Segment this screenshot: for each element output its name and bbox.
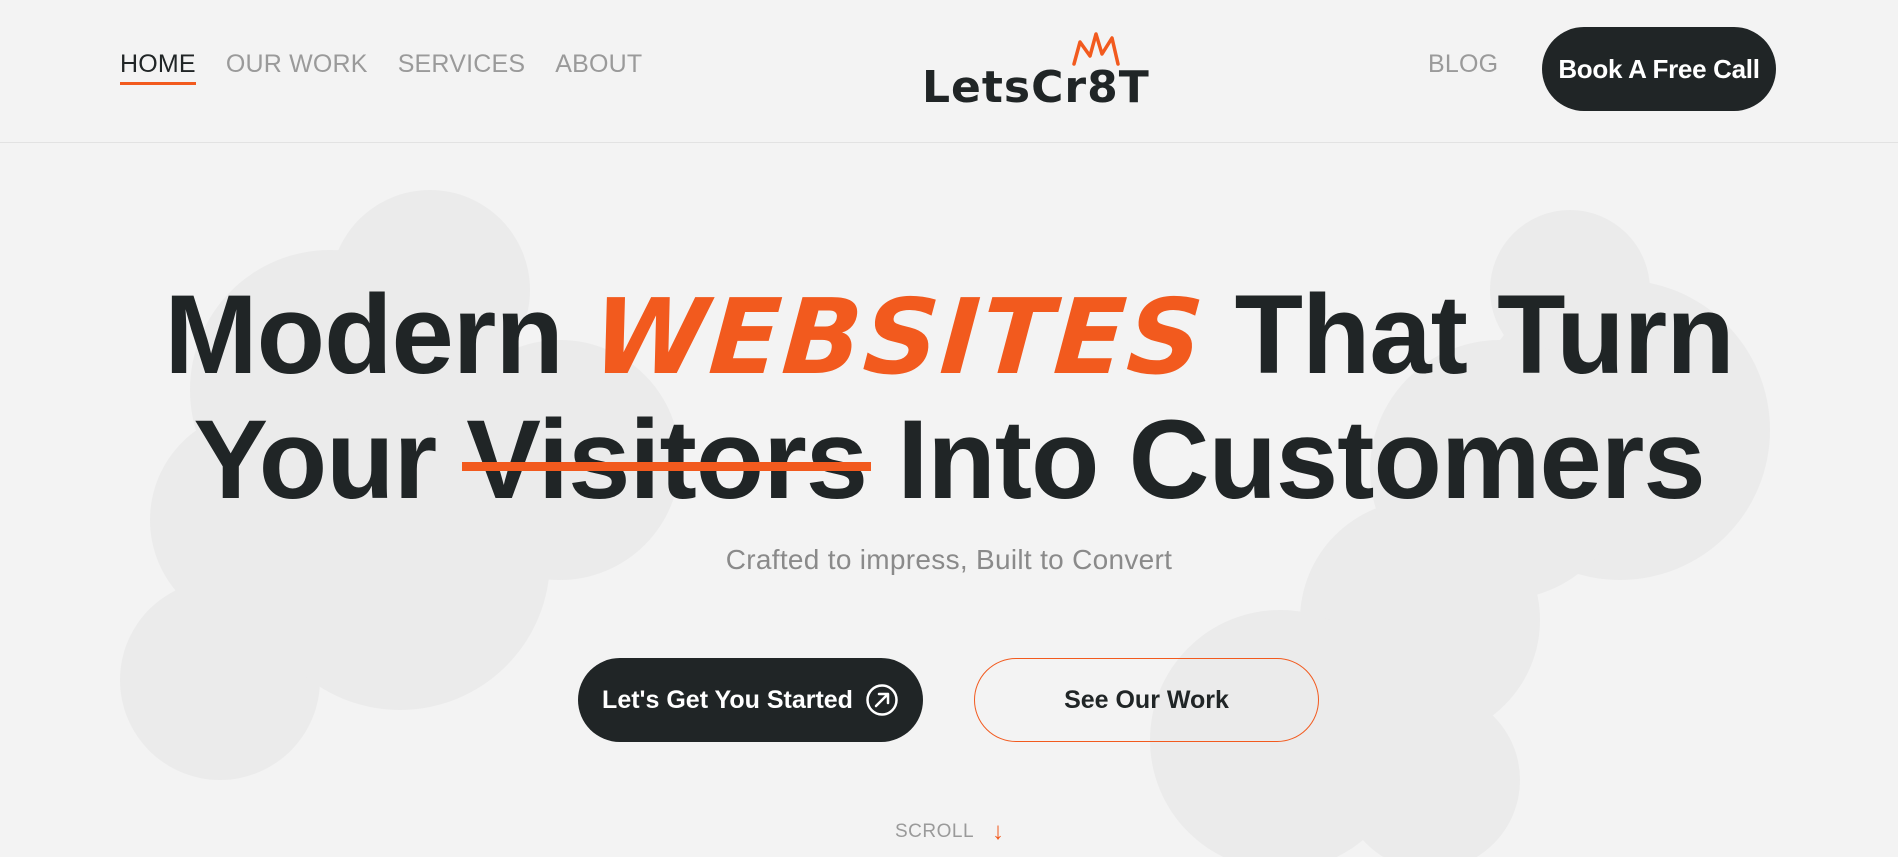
- headline-word-your: Your: [193, 397, 437, 522]
- hero-headline-line1: Modern WEBSITES That Turn: [0, 270, 1898, 399]
- nav-home-link[interactable]: HOME: [120, 50, 196, 85]
- nav-blog-link[interactable]: BLOG: [1428, 50, 1498, 85]
- hero-headline-line2: Your Visitors Into Customers: [0, 395, 1898, 524]
- site-logo[interactable]: LetsCr8T: [918, 30, 1149, 115]
- headline-struck-visitors: Visitors: [462, 397, 871, 522]
- headline-words-into-customers: Into Customers: [897, 397, 1705, 522]
- crown-icon: [1072, 32, 1120, 66]
- nav-services-link[interactable]: SERVICES: [398, 50, 526, 85]
- get-started-button[interactable]: Let's Get You Started: [578, 658, 923, 742]
- hero-subtitle: Crafted to impress, Built to Convert: [725, 544, 1173, 575]
- book-free-call-button[interactable]: Book A Free Call: [1542, 27, 1776, 111]
- arrow-down-icon: ↓: [992, 818, 1005, 845]
- main-nav: HOME OUR WORK SERVICES ABOUT: [120, 50, 642, 85]
- see-our-work-button[interactable]: See Our Work: [974, 658, 1319, 742]
- nav-our-work-link[interactable]: OUR WORK: [226, 50, 368, 85]
- headline-words-that-turn: That Turn: [1234, 272, 1735, 397]
- nav-about-link[interactable]: ABOUT: [555, 50, 642, 85]
- arrow-up-right-circle-icon: [866, 684, 898, 716]
- site-header: HOME OUR WORK SERVICES ABOUT LetsCr8T BL…: [0, 0, 1898, 143]
- headline-highlight-websites: WEBSITES: [588, 276, 1209, 398]
- scroll-label: SCROLL: [895, 821, 975, 842]
- get-started-label: Let's Get You Started: [602, 685, 853, 714]
- scroll-indicator[interactable]: SCROLL ↓: [895, 818, 1004, 846]
- headline-word-modern: Modern: [164, 272, 563, 397]
